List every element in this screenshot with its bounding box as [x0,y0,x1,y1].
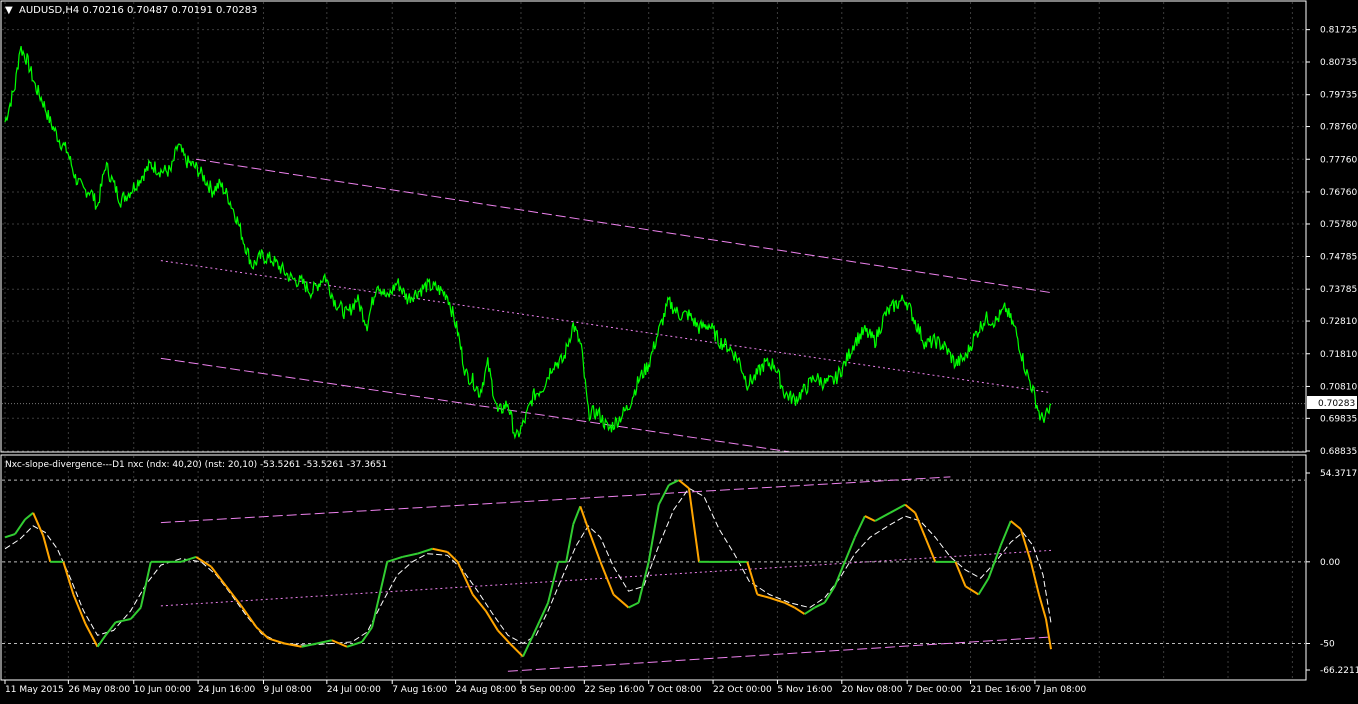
x-tick-label: 7 Dec 00:00 [907,685,962,695]
chart-background [0,0,1358,700]
y-tick-label: 0.69835 [1320,414,1357,424]
x-tick-label: 9 Jul 08:00 [263,685,312,695]
x-tick-label: 24 Jul 00:00 [327,685,381,695]
chart-window[interactable]: 0.81725 0.80735 0.79735 0.78760 0.77760 0.767… [0,0,1358,700]
x-tick-label: 5 Nov 16:00 [777,685,832,695]
indicator-y-tick-label: 0.00 [1320,558,1340,568]
chart-svg[interactable]: 0.81725 0.80735 0.79735 0.78760 0.77760 0.767… [0,0,1358,700]
current-price-label: 0.70283 [1318,399,1355,409]
indicator-y-tick-label: -50 [1320,640,1335,650]
x-tick-label: 8 Sep 00:00 [521,685,576,695]
x-tick-label: 20 Nov 08:00 [842,685,903,695]
main-header-arrow[interactable]: ▼ [5,5,13,16]
indicator-y-tick-label: 54.3717 [1320,469,1357,479]
x-tick-label: 7 Oct 08:00 [649,685,702,695]
x-tick-label: 7 Aug 16:00 [392,685,447,695]
x-tick-label: 24 Aug 08:00 [456,685,517,695]
y-tick-label: 0.80735 [1320,58,1357,68]
indicator-y-tick-label: -66.2211 [1320,666,1358,676]
y-tick-label: 0.73785 [1320,285,1357,295]
x-tick-label: 26 May 08:00 [68,685,130,695]
y-tick-label: 0.78760 [1320,123,1357,133]
indicator-header-title: Nxc-slope-divergence---D1 nxc (ndx: 40,2… [5,460,387,470]
y-tick-label: 0.72810 [1320,317,1357,327]
y-tick-label: 0.70810 [1320,382,1357,392]
x-tick-label: 22 Sep 16:00 [584,685,644,695]
x-tick-label: 22 Oct 00:00 [713,685,772,695]
x-tick-label: 11 May 2015 [5,685,64,695]
x-tick-label: 10 Jun 00:00 [134,685,191,695]
y-tick-label: 0.71810 [1320,350,1357,360]
y-tick-label: 0.74785 [1320,253,1357,263]
y-tick-label: 0.76760 [1320,188,1357,198]
x-tick-label: 21 Dec 16:00 [971,685,1032,695]
y-tick-label: 0.68835 [1320,447,1357,457]
main-header-title: AUDUSD,H4 0.70216 0.70487 0.70191 0.7028… [19,5,257,16]
y-tick-label: 0.77760 [1320,155,1357,165]
x-tick-label: 7 Jan 08:00 [1035,685,1087,695]
y-tick-label: 0.79735 [1320,91,1357,101]
y-tick-label: 0.75780 [1320,220,1357,230]
x-tick-label: 24 Jun 16:00 [198,685,255,695]
y-tick-label: 0.81725 [1320,26,1357,36]
